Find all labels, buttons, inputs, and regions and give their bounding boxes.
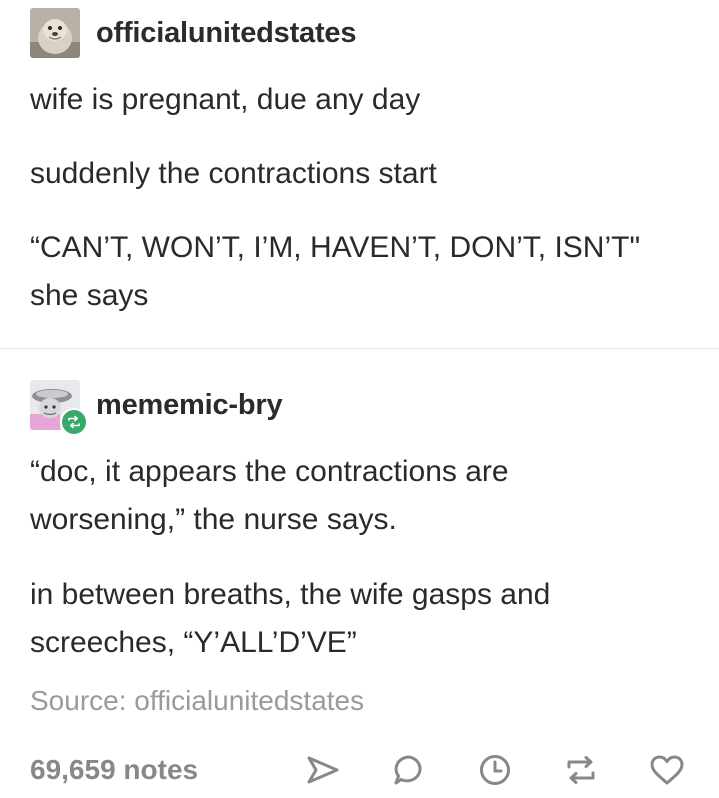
post-footer: 69,659 notes bbox=[30, 748, 689, 796]
reblog-icon[interactable] bbox=[559, 748, 603, 792]
reblog-divider bbox=[0, 348, 719, 349]
heart-icon[interactable] bbox=[645, 748, 689, 792]
reblog-header: mememic-bry bbox=[30, 380, 283, 436]
reply-icon[interactable] bbox=[387, 748, 431, 792]
original-author-username[interactable]: officialunitedstates bbox=[96, 17, 356, 50]
notes-count[interactable]: 69,659 notes bbox=[30, 754, 198, 786]
original-paragraph-1: wife is pregnant, due any day bbox=[30, 83, 421, 116]
clock-icon[interactable] bbox=[473, 748, 517, 792]
reblogger-username[interactable]: mememic-bry bbox=[96, 389, 283, 422]
reblog-badge bbox=[60, 408, 88, 436]
original-post-header: officialunitedstates bbox=[30, 8, 356, 58]
figurine-avatar-icon[interactable] bbox=[30, 380, 88, 436]
reblog-paragraph-1: “doc, it appears the contractions are wo… bbox=[30, 455, 509, 536]
source-link[interactable]: Source: officialunitedstates bbox=[30, 685, 364, 717]
original-paragraph-3: “CAN’T, WON’T, I’M, HAVEN’T, DON’T, ISN’… bbox=[30, 231, 641, 312]
tumblr-post: officialunitedstates wife is pregnant, d… bbox=[0, 0, 719, 798]
reblog-paragraph-2: in between breaths, the wife gasps and s… bbox=[30, 578, 551, 659]
reblog-badge-icon bbox=[68, 415, 80, 429]
post-actions bbox=[259, 748, 689, 792]
send-icon[interactable] bbox=[301, 748, 345, 792]
seal-avatar-icon[interactable] bbox=[30, 8, 80, 58]
original-paragraph-2: suddenly the contractions start bbox=[30, 157, 437, 190]
